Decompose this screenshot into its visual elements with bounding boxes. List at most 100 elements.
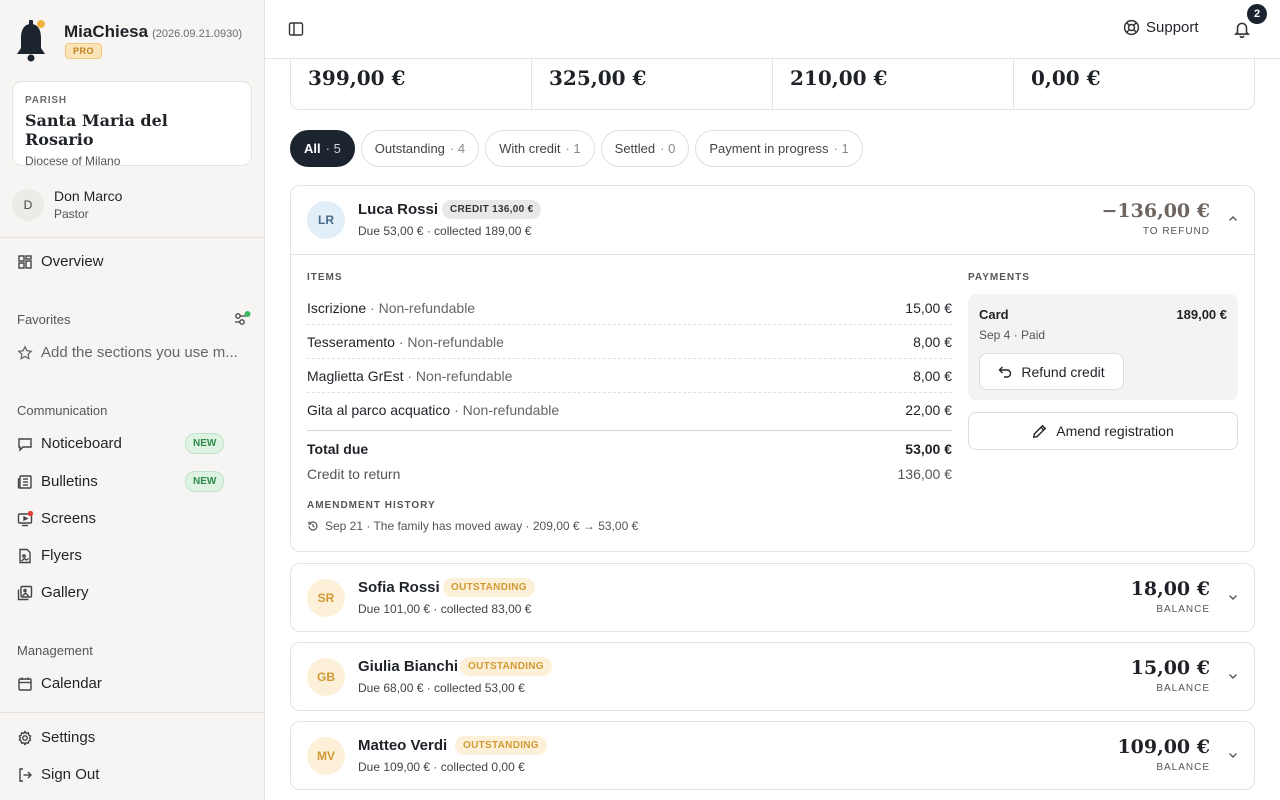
item-note: · Non-refundable <box>398 333 504 350</box>
list-item: Iscrizione · Non-refundable 15,00 € <box>307 291 952 325</box>
favorites-hint[interactable]: Add the sections you use m... <box>17 344 238 361</box>
person-name: Giulia Bianchi <box>358 658 459 675</box>
user-name: Don Marco <box>54 188 123 204</box>
filter-all[interactable]: All · 5 <box>290 130 355 167</box>
filter-outstanding[interactable]: Outstanding · 4 <box>360 130 480 167</box>
filter-count: · 1 <box>565 141 581 156</box>
parish-diocese: Diocese of Milano <box>25 154 121 168</box>
filter-payment-in-progress[interactable]: Payment in progress · 1 <box>695 130 863 167</box>
avatar: MV <box>307 737 345 775</box>
notification-count: 2 <box>1247 4 1267 24</box>
item-price: 8,00 € <box>913 333 952 350</box>
filter-count: · 4 <box>449 141 466 156</box>
item-note: · Non-refundable <box>407 367 513 384</box>
star-icon <box>17 344 33 360</box>
support-button[interactable]: Support <box>1123 19 1199 36</box>
avatar: SR <box>307 579 345 617</box>
filter-chips: All · 5 Outstanding · 4 With credit · 1 Set… <box>290 130 869 167</box>
chevron-down-icon[interactable] <box>1226 590 1240 604</box>
status-badge: CREDIT 136,00 € <box>442 200 542 219</box>
images-icon <box>17 585 33 600</box>
chevron-up-icon[interactable] <box>1226 212 1240 226</box>
registration-header[interactable]: LR Luca Rossi CREDIT 136,00 € Due 53,00 … <box>291 186 1254 254</box>
refund-credit-button[interactable]: Refund credit <box>979 353 1124 390</box>
filter-label: All <box>304 141 321 156</box>
list-item: Tesseramento · Non-refundable 8,00 € <box>307 325 952 359</box>
parish-card[interactable]: PARISH Santa Maria del Rosario Diocese o… <box>12 81 252 168</box>
nav-noticeboard[interactable]: Noticeboard <box>17 435 122 452</box>
sidebar: MiaChiesa (2026.09.21.0930) PRO PARISH Sa… <box>0 0 265 800</box>
divider <box>307 430 952 431</box>
chevron-down-icon[interactable] <box>1226 748 1240 762</box>
bell-icon[interactable] <box>1233 20 1251 39</box>
main-content: 399,00 € 325,00 € 210,00 € 0,00 € All · 5… <box>265 59 1280 800</box>
brand[interactable]: MiaChiesa (2026.09.21.0930) PRO <box>14 18 242 62</box>
person-summary: Due 53,00 € · collected 189,00 € <box>358 224 532 238</box>
credit-label: Credit to return <box>307 466 401 482</box>
registration-card[interactable]: MV Matteo Verdi OUTSTANDING Due 109,00 €… <box>290 721 1255 790</box>
item-price: 15,00 € <box>905 299 952 316</box>
gear-icon <box>18 729 32 746</box>
registration-card[interactable]: GB Giulia Bianchi OUTSTANDING Due 68,00 … <box>290 642 1255 711</box>
item-note: · Non-refundable <box>370 299 476 316</box>
nav-gallery-label: Gallery <box>41 584 89 601</box>
nav-screens-label: Screens <box>41 510 97 527</box>
item-name: Gita al parco acquatico <box>307 402 451 418</box>
person-summary: Due 101,00 € · collected 83,00 € <box>358 602 532 616</box>
divider <box>0 237 264 238</box>
management-title: Management <box>17 643 93 658</box>
nav-bulletins[interactable]: Bulletins <box>17 473 98 490</box>
item-note: · Non-refundable <box>454 402 560 418</box>
nav-overview[interactable]: Overview <box>17 253 104 270</box>
total-due-row: Total due 53,00 € <box>307 441 952 457</box>
filter-count: · 1 <box>833 141 849 156</box>
payment-amount: 189,00 € <box>1176 307 1227 322</box>
item-price: 22,00 € <box>905 402 952 418</box>
nav-calendar[interactable]: Calendar <box>17 675 102 692</box>
nav-settings-label: Settings <box>41 729 96 746</box>
history-entry: Sep 21 · The family has moved away · 209… <box>307 519 638 533</box>
payments-label: PAYMENTS <box>968 272 1030 283</box>
history-text: Sep 21 · The family has moved away · 209… <box>325 519 639 533</box>
nav-overview-label: Overview <box>41 253 104 270</box>
summary-value: 325,00 € <box>532 59 773 109</box>
summary-value: 0,00 € <box>1031 66 1101 90</box>
favorites-title: Favorites <box>17 312 71 327</box>
filter-with-credit[interactable]: With credit · 1 <box>485 130 595 167</box>
avatar: D <box>12 188 44 221</box>
balance-label: TO REFUND <box>1142 226 1210 237</box>
nav-settings[interactable]: Settings <box>17 729 95 746</box>
log-out-icon <box>19 767 32 782</box>
undo-icon <box>998 366 1012 378</box>
balance-label: BALANCE <box>1156 762 1210 773</box>
nav-sign-out-label: Sign Out <box>41 766 100 783</box>
summary-value: 399,00 € <box>291 59 532 109</box>
credit-value: 136,00 € <box>897 466 953 482</box>
registration-card[interactable]: SR Sofia Rossi OUTSTANDING Due 101,00 € … <box>290 563 1255 632</box>
filter-settled[interactable]: Settled · 0 <box>600 130 690 167</box>
total-label: Total due <box>307 441 369 457</box>
items-label: ITEMS <box>307 272 343 283</box>
payment-meta: Sep 4 · Paid <box>979 328 1046 342</box>
user-profile[interactable]: D Don Marco Pastor <box>12 188 122 221</box>
nav-flyers[interactable]: Flyers <box>17 547 82 564</box>
person-name: Luca Rossi <box>358 201 439 218</box>
nav-screens[interactable]: Screens <box>17 510 96 527</box>
nav-gallery[interactable]: Gallery <box>17 584 89 601</box>
amend-registration-label: Amend registration <box>1056 423 1174 439</box>
amend-registration-button[interactable]: Amend registration <box>968 412 1238 450</box>
sidebar-toggle-icon[interactable] <box>288 21 304 37</box>
total-value: 53,00 € <box>905 441 952 457</box>
filter-label: Settled <box>614 141 656 156</box>
favorites-settings-icon[interactable] <box>233 311 251 327</box>
history-icon <box>308 521 318 531</box>
filter-count: · 0 <box>660 141 676 156</box>
chevron-down-icon[interactable] <box>1226 669 1240 683</box>
grid-icon <box>18 254 32 269</box>
file-image-icon <box>19 548 31 563</box>
registration-details: ITEMS Iscrizione · Non-refundable 15,00 … <box>291 254 1254 551</box>
nav-sign-out[interactable]: Sign Out <box>17 766 99 783</box>
bell-logo-icon <box>14 18 52 62</box>
item-price: 8,00 € <box>913 367 952 384</box>
person-name: Matteo Verdi <box>358 737 448 754</box>
